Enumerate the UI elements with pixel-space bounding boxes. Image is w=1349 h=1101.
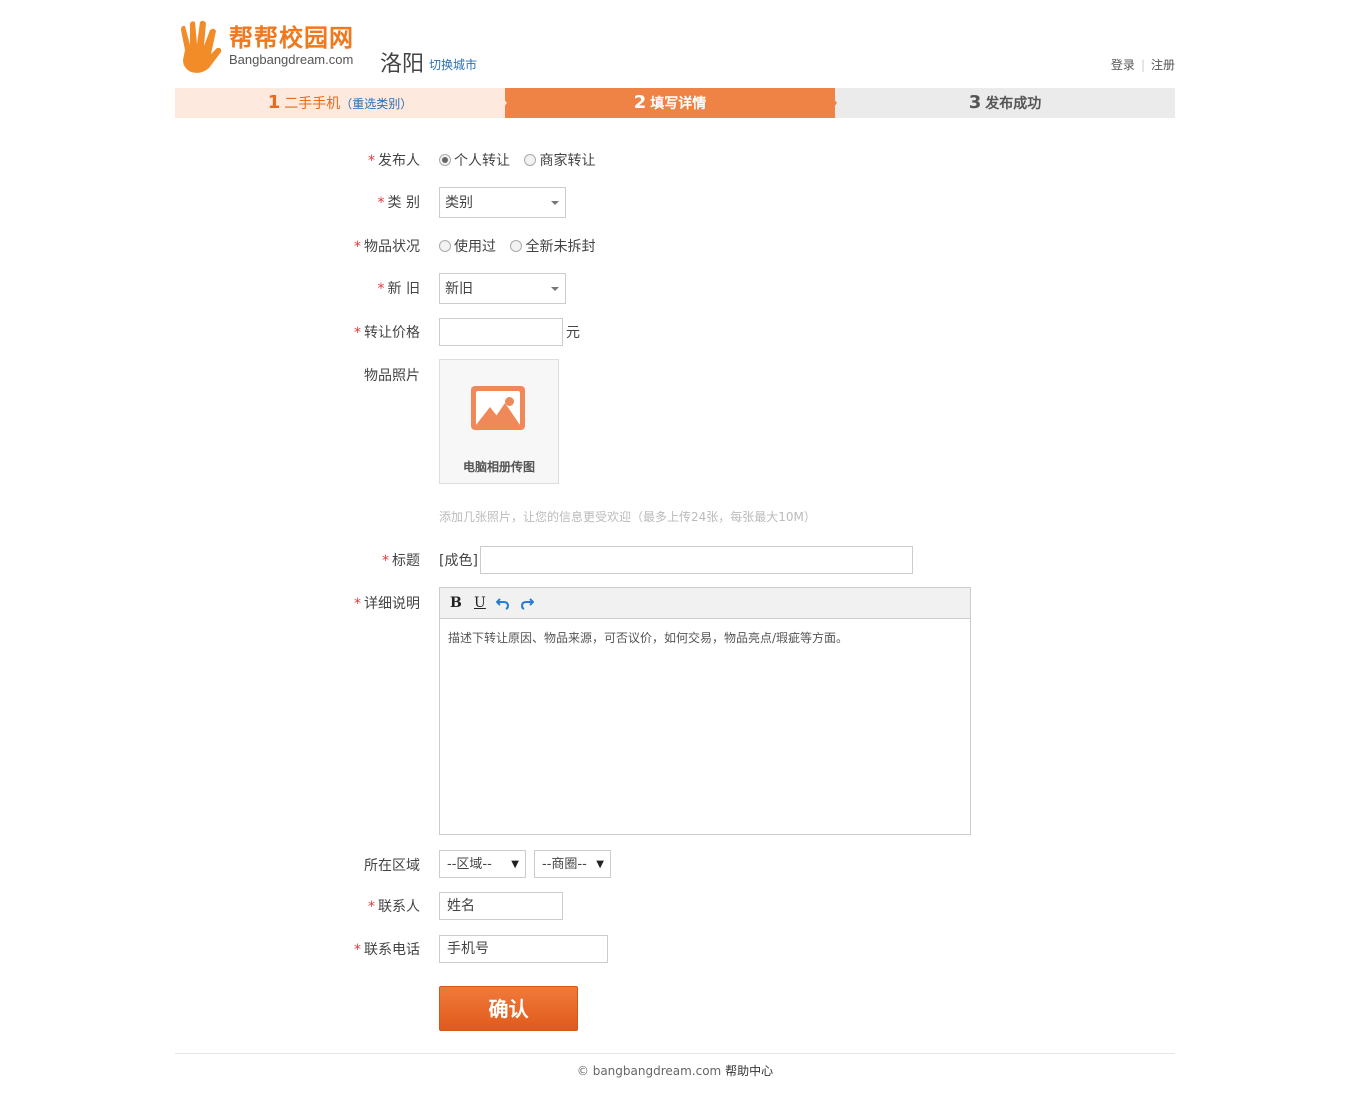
price-label: * 转让价格 (354, 325, 420, 341)
photo-hint: 添加几张照片，让您的信息更受欢迎（最多上传24张，每张最大10M） (439, 510, 816, 524)
step-2-number: 2 (633, 92, 647, 113)
price-unit: 元 (566, 325, 580, 341)
contact-label: * 联系人 (368, 899, 420, 915)
publisher-label: * 发布人 (368, 153, 420, 169)
phone-label: * 联系电话 (354, 942, 420, 958)
dropdown-arrow-icon: ▼ (596, 859, 604, 870)
step-2-label: 填写详情 (650, 96, 707, 112)
title-input[interactable] (480, 546, 913, 574)
price-input[interactable] (439, 318, 563, 346)
footer: © bangbangdream.com 帮助中心 (175, 1062, 1175, 1079)
condition-options: 使用过 全新未拆封 (439, 236, 605, 256)
step-2: 2 填写详情 (505, 88, 835, 118)
step-3: 3 发布成功 (835, 88, 1175, 118)
condition-new[interactable]: 全新未拆封 (510, 239, 595, 255)
logo-title: 帮帮校园网 (229, 24, 354, 52)
register-link[interactable]: 注册 (1151, 58, 1175, 72)
site-logo[interactable]: 帮帮校园网 Bangbangdream.com (175, 18, 375, 74)
newness-label: * 新 旧 (377, 281, 420, 297)
radio-icon[interactable] (510, 240, 523, 252)
editor-content[interactable]: 描述下转让原因、物品来源，可否议价，如何交易，物品亮点/瑕疵等方面。 (440, 619, 970, 656)
category-select[interactable]: 类别 (439, 187, 566, 218)
step-1-number: 1 (267, 92, 281, 113)
photos-label: 物品照片 (364, 368, 420, 384)
step-arrow (825, 88, 837, 118)
copyright: © bangbangdream.com (576, 1064, 722, 1078)
newness-select[interactable]: 新旧 (439, 273, 566, 304)
dropdown-caret-icon (551, 287, 559, 291)
hand-icon (181, 20, 222, 73)
step-3-number: 3 (968, 92, 982, 113)
radio-icon[interactable] (524, 154, 537, 166)
link-divider: | (1140, 58, 1145, 72)
login-link[interactable]: 登录 (1111, 58, 1135, 72)
contact-name-input[interactable]: 姓名 (439, 892, 563, 920)
underline-button[interactable]: U (474, 595, 486, 611)
image-icon (471, 386, 525, 430)
detail-label: * 详细说明 (354, 596, 420, 612)
radio-icon[interactable] (439, 240, 451, 252)
publisher-options: 个人转让 商家转让 (439, 150, 605, 170)
radio-checked-icon[interactable] (439, 154, 451, 166)
condition-used[interactable]: 使用过 (439, 239, 496, 255)
step-arrow (495, 88, 507, 118)
upload-caption: 电脑相册传图 (462, 460, 535, 474)
category-label: * 类 别 (377, 195, 420, 211)
footer-divider (175, 1053, 1175, 1054)
publisher-personal[interactable]: 个人转让 (439, 153, 510, 169)
help-center-link[interactable]: 帮助中心 (725, 1064, 773, 1078)
logo-subtitle: Bangbangdream.com (229, 52, 354, 67)
dropdown-caret-icon (551, 201, 559, 205)
reselect-category-link[interactable]: （重选类别） (340, 97, 412, 111)
bold-button[interactable]: B (450, 595, 462, 611)
redo-icon[interactable] (520, 596, 534, 610)
area-label: 所在区域 (364, 858, 420, 874)
step-1: 1 二手手机（重选类别） (175, 88, 505, 118)
phone-input[interactable]: 手机号 (439, 935, 608, 963)
dropdown-arrow-icon: ▼ (511, 859, 519, 870)
title-label: * 标题 (382, 553, 420, 569)
progress-steps: 1 二手手机（重选类别） 2 填写详情 3 发布成功 (175, 88, 1175, 118)
condition-label: * 物品状况 (354, 239, 420, 255)
top-links: 登录 | 注册 (1111, 56, 1175, 73)
publisher-merchant[interactable]: 商家转让 (524, 153, 595, 169)
switch-city-link[interactable]: 切换城市 (429, 56, 477, 73)
business-select[interactable]: --商圈-- ▼ (534, 850, 611, 878)
title-prefix: [成色] (439, 553, 478, 569)
detail-editor[interactable]: B U 描述下转让原因、物品来源，可否议价，如何交易，物品亮点/瑕疵等方面。 (439, 587, 971, 835)
step-3-label: 发布成功 (985, 96, 1042, 112)
photo-upload-button[interactable]: 电脑相册传图 (439, 359, 559, 484)
editor-toolbar: B U (440, 588, 970, 619)
current-city: 洛阳 (380, 52, 425, 77)
district-select[interactable]: --区域-- ▼ (439, 850, 526, 878)
undo-icon[interactable] (496, 596, 510, 610)
confirm-button[interactable]: 确认 (439, 986, 578, 1031)
step-1-label: 二手手机 (284, 96, 341, 112)
